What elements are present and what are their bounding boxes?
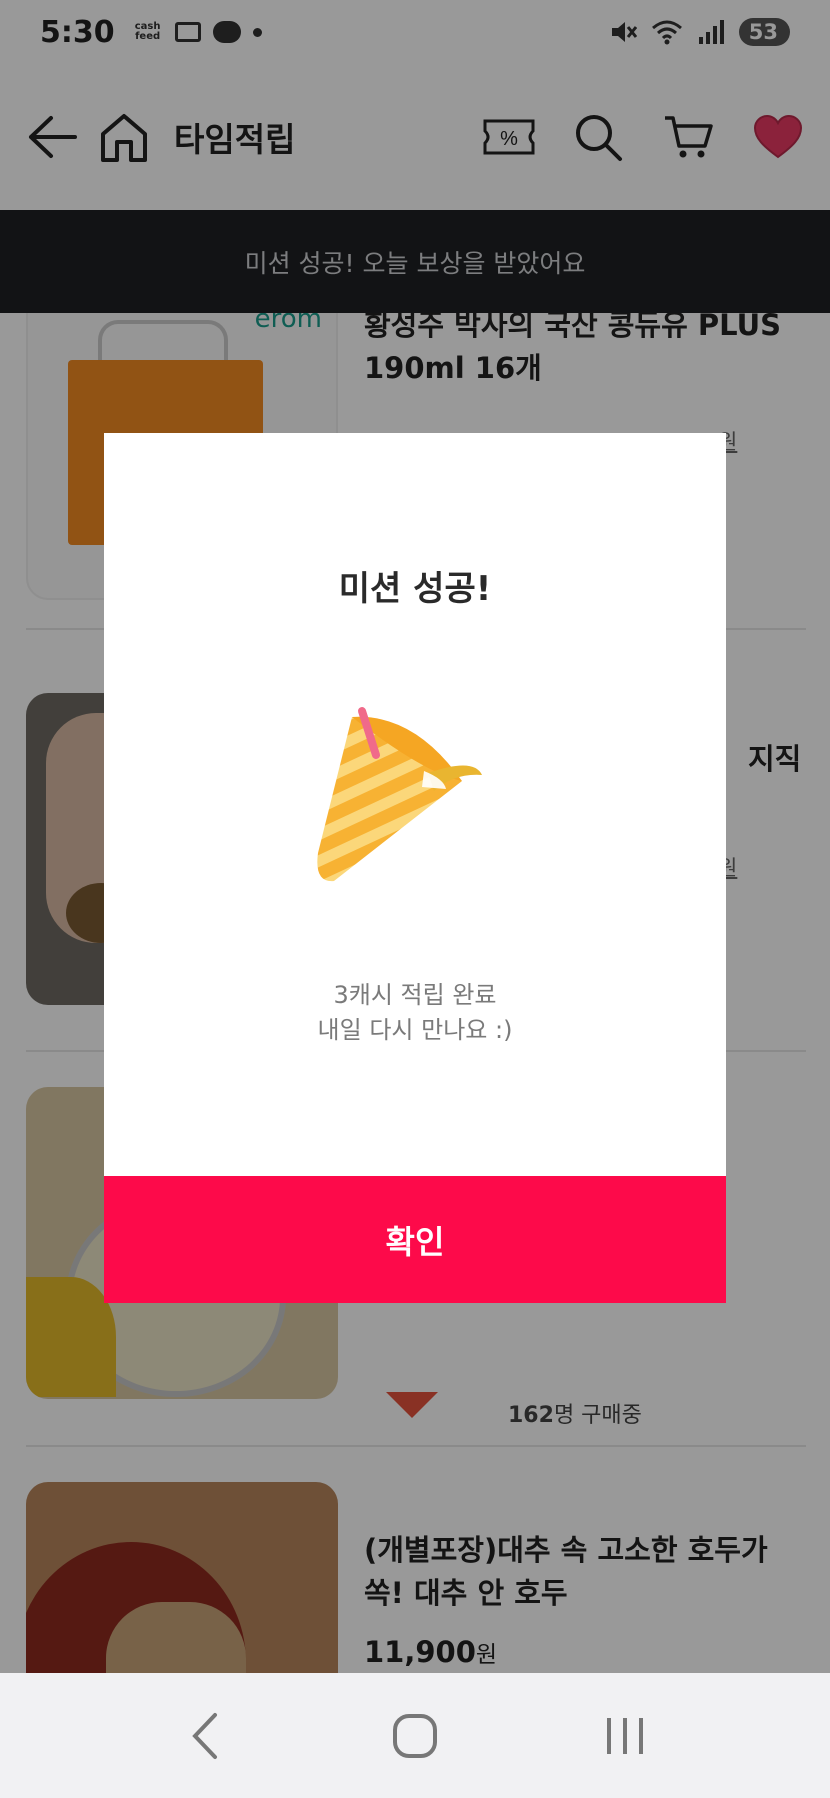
nav-recents-icon	[607, 1717, 643, 1754]
nav-recents-button[interactable]	[580, 1691, 670, 1781]
system-navigation-bar	[0, 1673, 830, 1798]
farewell-text: 내일 다시 만나요 :)	[317, 1016, 513, 1044]
nav-back-button[interactable]	[160, 1691, 250, 1781]
nav-home-button[interactable]	[370, 1691, 460, 1781]
confirm-button[interactable]: 확인	[104, 1176, 726, 1303]
dialog-title: 미션 성공!	[338, 569, 492, 609]
reward-cone-icon	[317, 707, 482, 882]
reward-amount-text: 3캐시 적립 완료	[333, 981, 497, 1009]
mission-success-dialog: 미션 성공! 3캐시 적립 완료 내일 다시 만나요 :) 확인	[104, 433, 726, 1303]
nav-home-icon	[393, 1713, 437, 1758]
nav-back-icon	[192, 1712, 217, 1759]
